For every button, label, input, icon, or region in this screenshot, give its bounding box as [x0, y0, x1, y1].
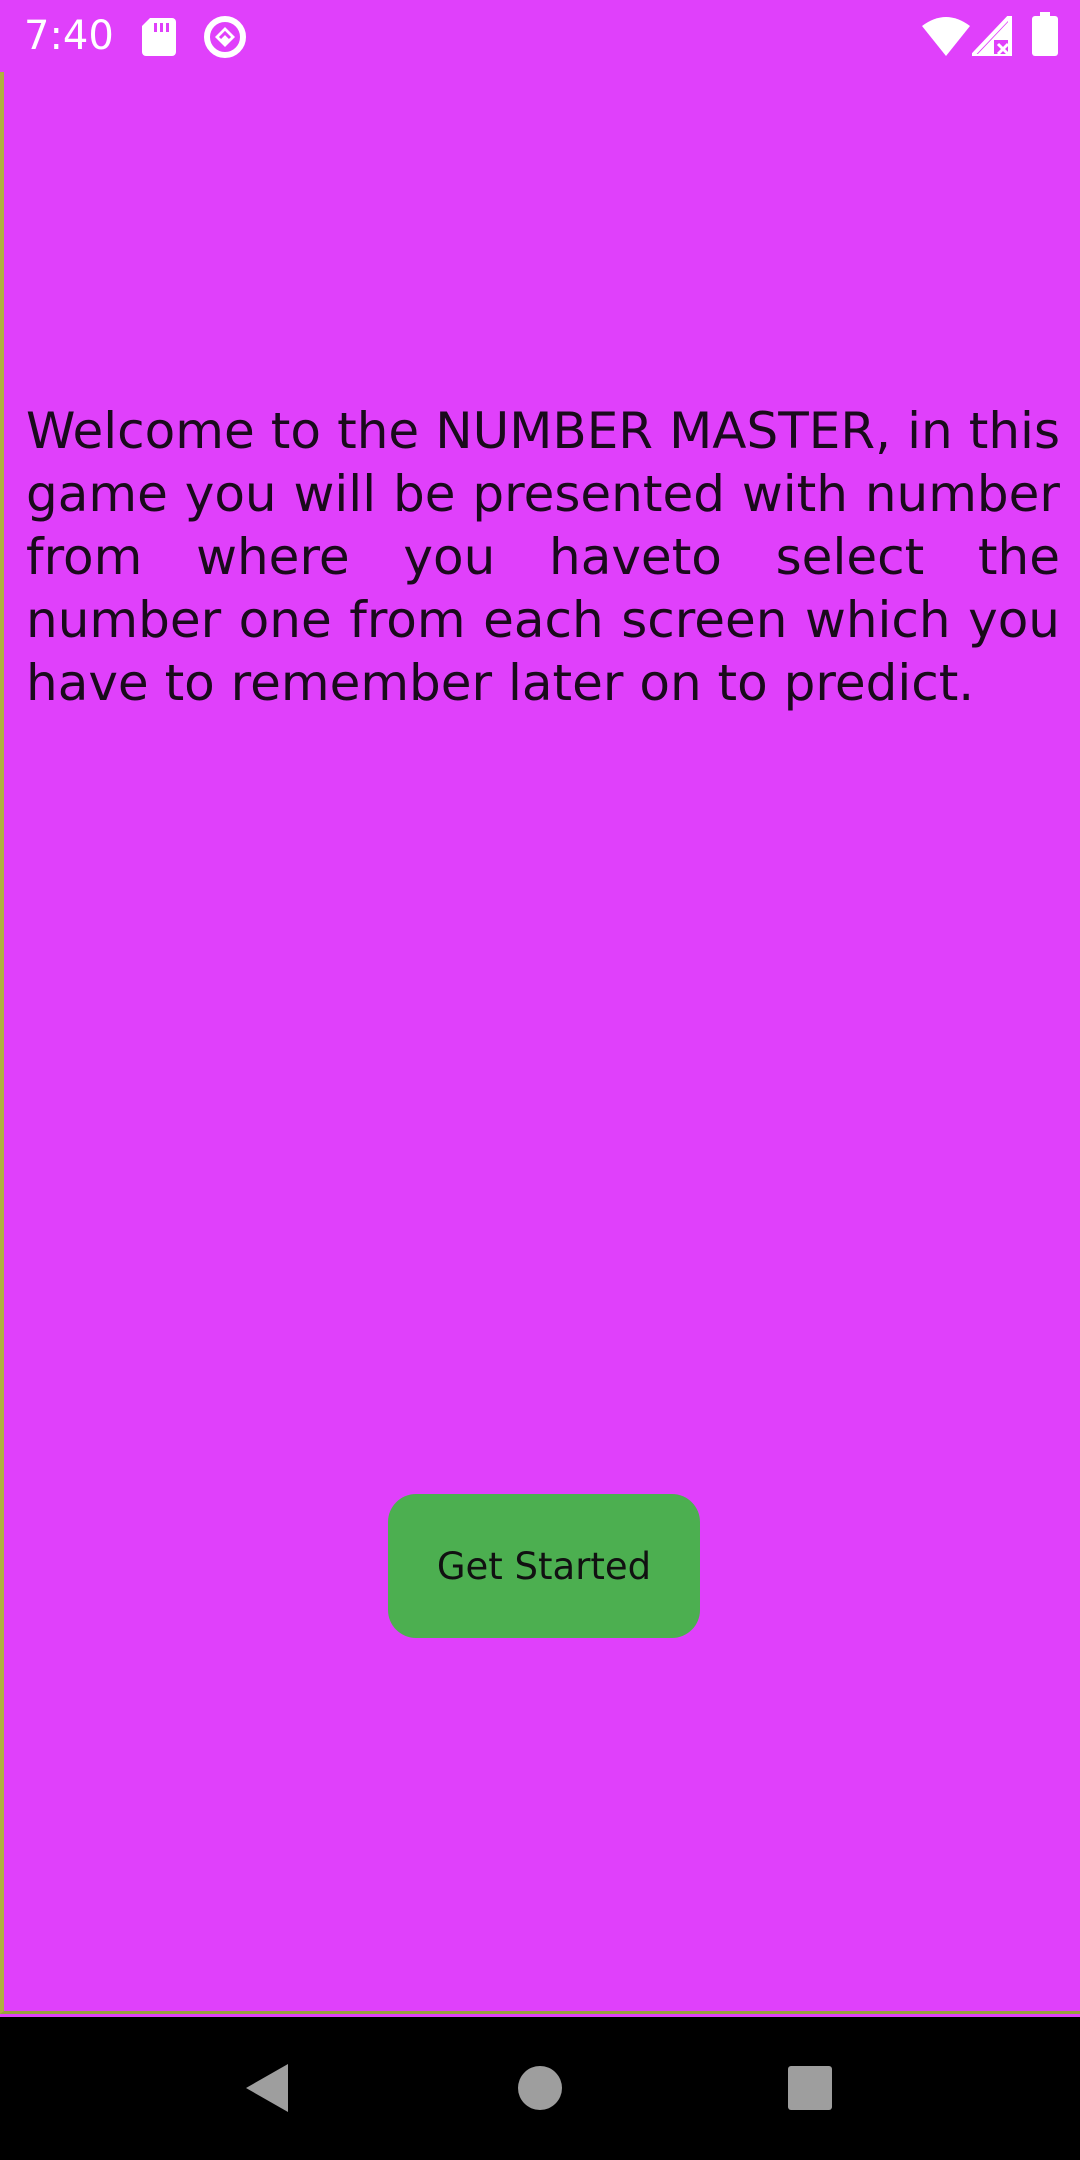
signal-no-data-icon: [967, 10, 1014, 61]
back-icon: [246, 2064, 288, 2112]
welcome-text: Welcome to the NUMBER MASTER, in this ga…: [26, 402, 1060, 712]
main-content: Welcome to the NUMBER MASTER, in this ga…: [0, 72, 1080, 2014]
recents-button[interactable]: [765, 2043, 855, 2133]
wifi-icon: [922, 16, 970, 61]
battery-icon: [1032, 12, 1058, 61]
status-time: 7:40: [24, 13, 114, 59]
recents-icon: [788, 2066, 832, 2110]
home-icon: [518, 2066, 562, 2110]
sync-icon: [202, 14, 248, 65]
back-button[interactable]: [222, 2043, 312, 2133]
status-bar: 7:40: [0, 0, 1080, 72]
get-started-button[interactable]: Get Started: [388, 1494, 700, 1638]
home-button[interactable]: [495, 2043, 585, 2133]
navigation-bar: [0, 2017, 1080, 2160]
sd-card-icon: [142, 18, 176, 61]
